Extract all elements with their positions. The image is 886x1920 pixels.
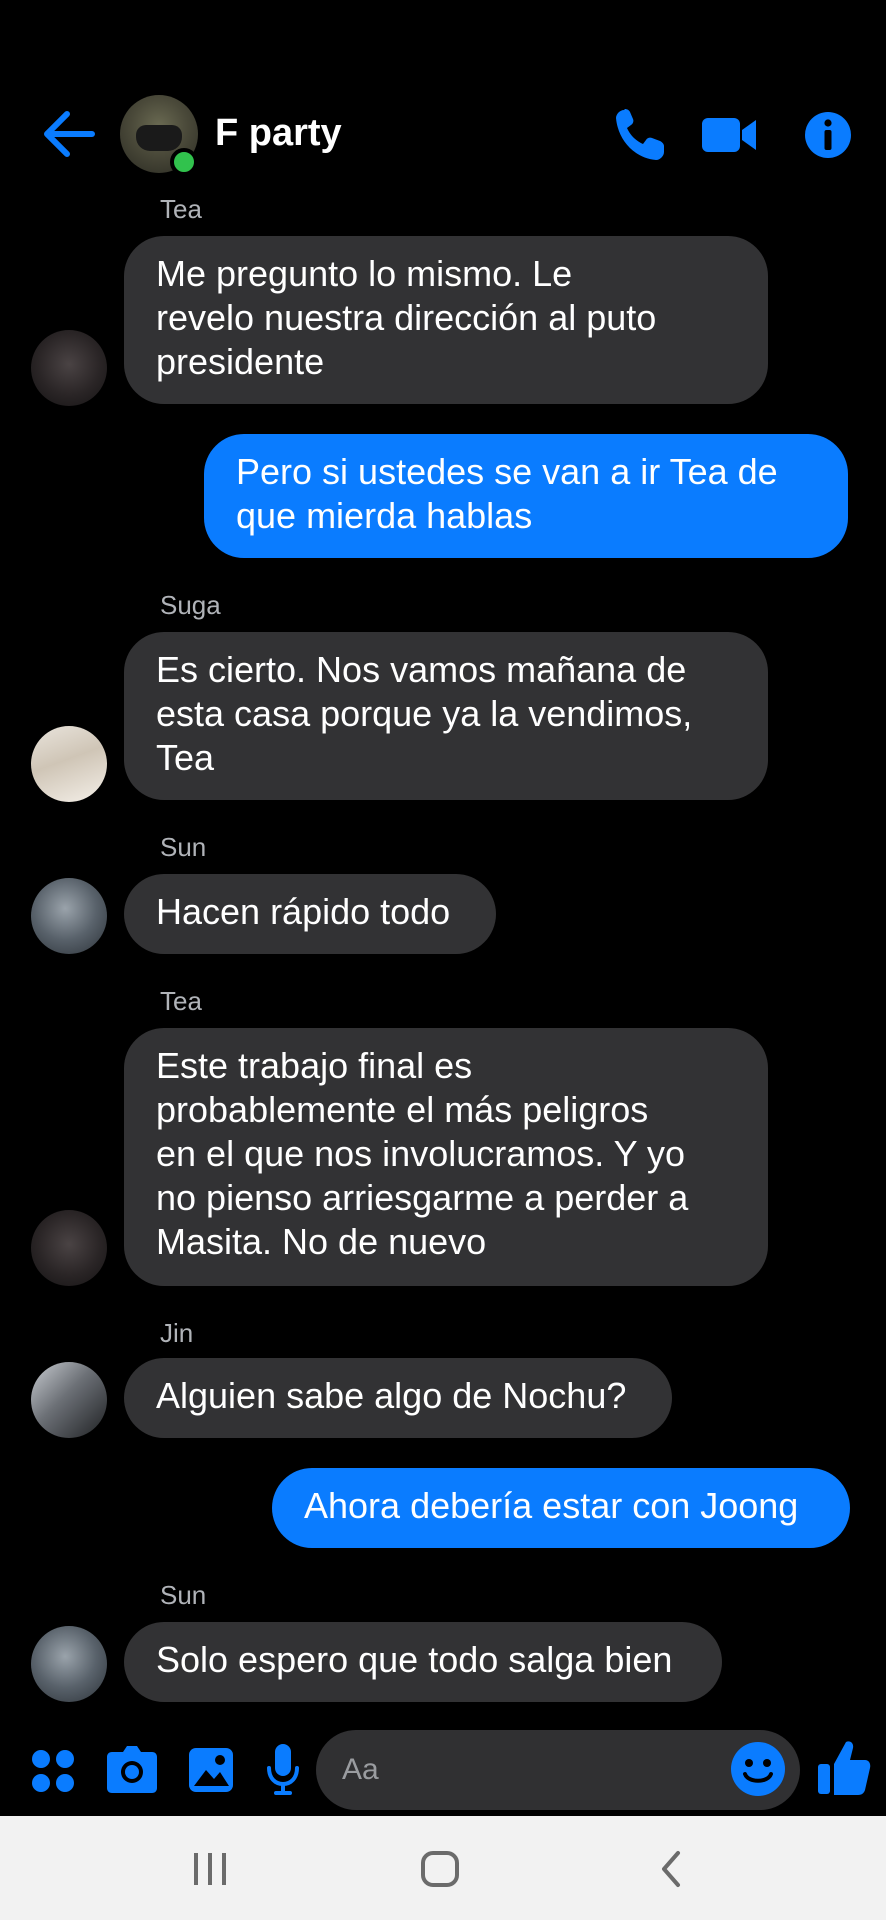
sender-name: Sun <box>160 832 207 862</box>
message-bubble-outgoing[interactable]: Pero si ustedes se van a ir Tea de que mi… <box>204 434 848 558</box>
online-status-dot <box>170 148 198 176</box>
recent-apps-icon[interactable] <box>190 1845 230 1893</box>
avatar[interactable] <box>31 1210 107 1286</box>
avatar[interactable] <box>31 1362 107 1438</box>
message-bubble-incoming[interactable]: Este trabajo final es probablemente el má… <box>124 1028 768 1286</box>
message-input[interactable] <box>316 1730 800 1810</box>
microphone-icon[interactable] <box>266 1742 300 1798</box>
home-icon[interactable] <box>420 1845 460 1893</box>
video-camera-icon[interactable] <box>700 106 758 164</box>
avatar[interactable] <box>31 726 107 802</box>
message-bubble-incoming[interactable]: Es cierto. Nos vamos mañana de esta casa … <box>124 632 768 800</box>
back-icon[interactable] <box>656 1845 688 1893</box>
chat-title[interactable]: F party <box>215 110 342 156</box>
message-bubble-incoming[interactable]: Solo espero que todo salga bien <box>124 1622 722 1702</box>
avatar[interactable] <box>31 330 107 406</box>
message-bubble-incoming[interactable]: Alguien sabe algo de Nochu? <box>124 1358 672 1438</box>
phone-icon[interactable] <box>612 106 666 164</box>
gallery-icon[interactable] <box>188 1742 234 1798</box>
sender-name: Jin <box>160 1318 194 1348</box>
message-input-placeholder: Aa <box>342 1753 379 1786</box>
sender-name: Tea <box>160 194 202 224</box>
back-arrow-icon[interactable] <box>40 108 98 160</box>
sender-name: Tea <box>160 986 202 1016</box>
emoji-icon[interactable] <box>730 1741 786 1797</box>
sender-name: Sun <box>160 1580 207 1610</box>
camera-icon[interactable] <box>106 1742 158 1798</box>
avatar[interactable] <box>31 878 107 954</box>
message-bubble-incoming[interactable]: Me pregunto lo mismo. Le revelo nuestra d… <box>124 236 768 404</box>
avatar[interactable] <box>31 1626 107 1702</box>
message-bubble-outgoing[interactable]: Ahora debería estar con Joong <box>272 1468 850 1548</box>
apps-grid-icon[interactable] <box>30 1742 76 1798</box>
info-icon[interactable] <box>804 106 852 164</box>
thumbs-up-icon[interactable] <box>816 1738 872 1798</box>
sender-name: Suga <box>160 590 221 620</box>
message-bubble-incoming[interactable]: Hacen rápido todo <box>124 874 496 954</box>
